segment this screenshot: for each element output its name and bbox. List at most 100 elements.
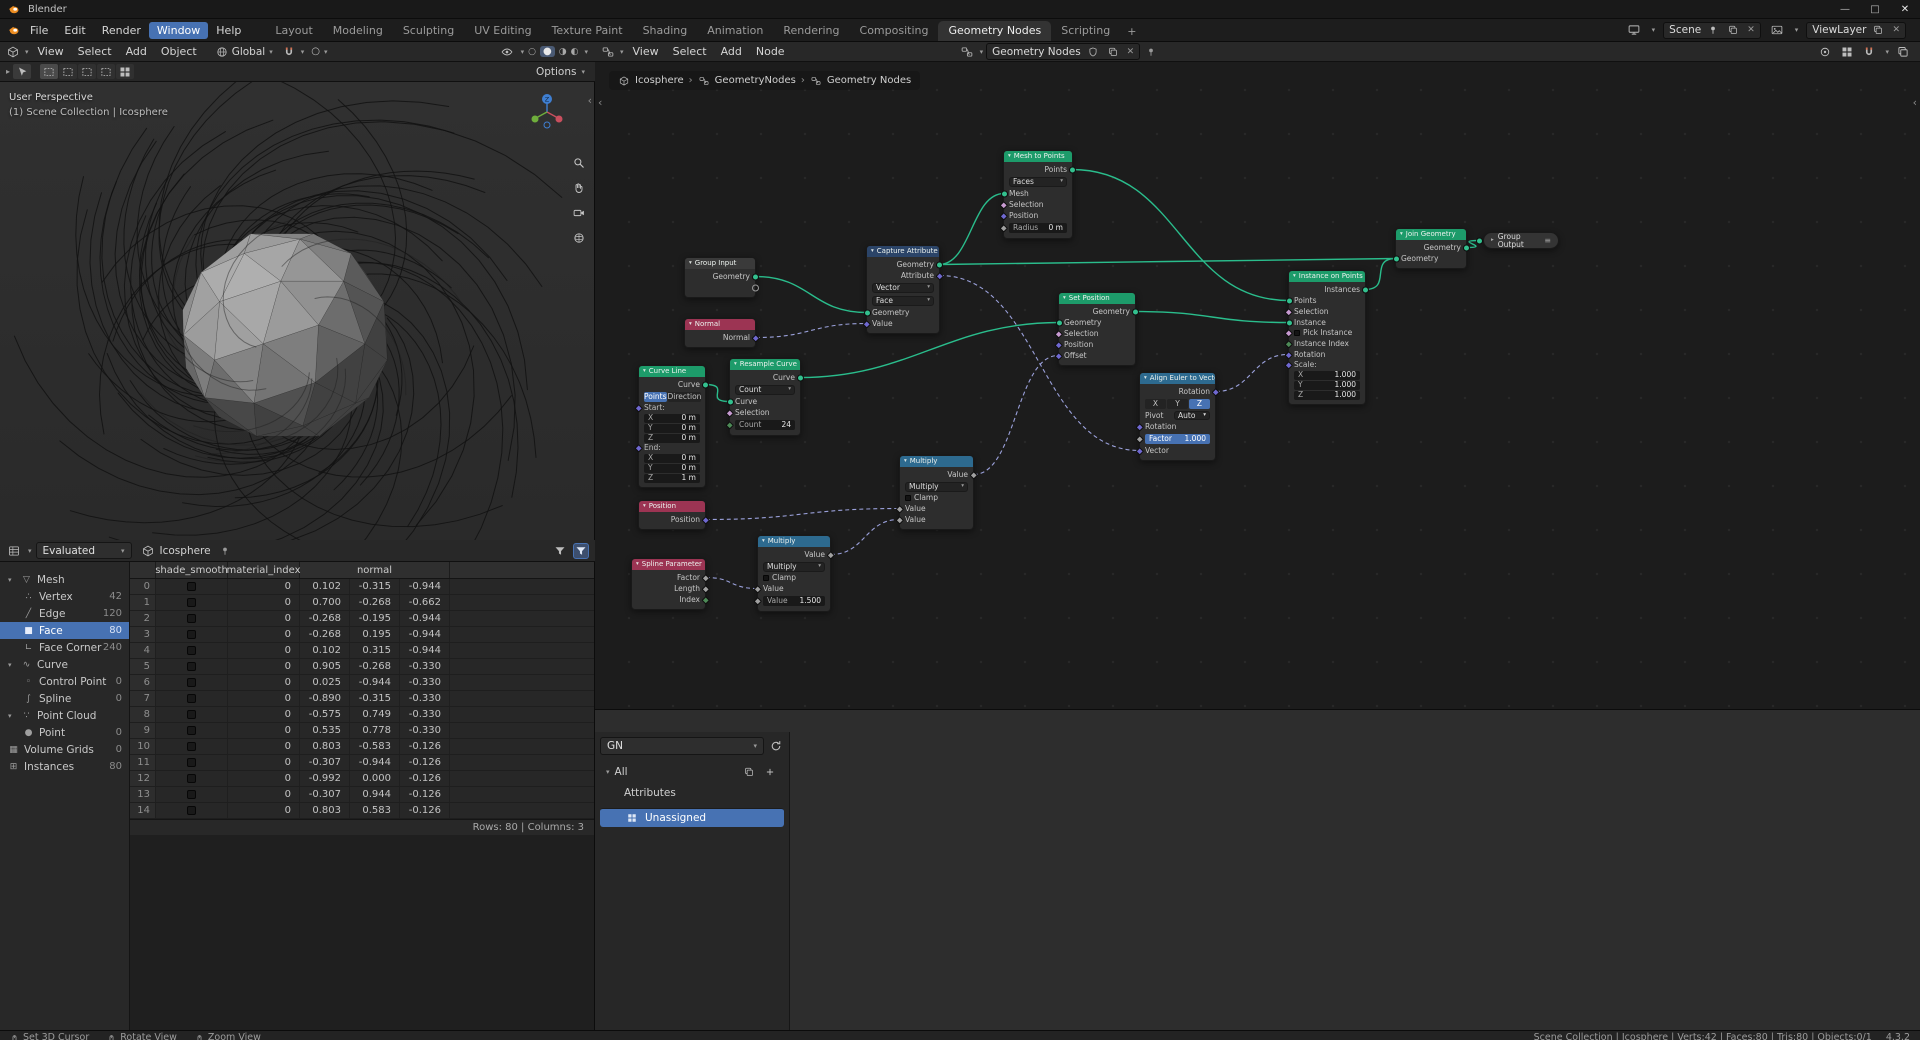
viewlayer-copy-icon[interactable] bbox=[1870, 22, 1886, 38]
socket-mesh-to-points.in.2[interactable] bbox=[999, 212, 1007, 220]
socket-instance-on-points.in.4[interactable] bbox=[1284, 340, 1292, 348]
node-header[interactable]: ▾Multiply bbox=[758, 536, 830, 547]
shade-smooth-checkbox[interactable] bbox=[187, 662, 196, 671]
viewlayer-browse-icon[interactable] bbox=[1769, 22, 1785, 38]
fake-user-shield-icon[interactable] bbox=[1085, 44, 1101, 60]
data-tree-item-point[interactable]: ●Point0 bbox=[0, 724, 129, 741]
viewport-menu-add[interactable]: Add bbox=[119, 44, 154, 59]
dropdown-vector[interactable]: Vector▾ bbox=[872, 283, 934, 293]
editor-type-nodes-icon[interactable] bbox=[600, 44, 616, 60]
options-button[interactable]: Options ▾ bbox=[536, 66, 585, 78]
shading-material-icon[interactable]: ◑ bbox=[559, 47, 567, 57]
collapse-chevron-icon[interactable]: ▾ bbox=[734, 362, 737, 368]
node-spline-parameter[interactable]: ▾Spline ParameterFactorLengthIndex bbox=[631, 558, 706, 610]
checkbox-clamp[interactable]: Clamp bbox=[763, 573, 825, 583]
node-toolbar-toggle[interactable]: ‹ bbox=[598, 96, 602, 109]
vector-field-z[interactable]: Z1.000 bbox=[1294, 391, 1360, 400]
collapse-chevron-icon[interactable]: ▾ bbox=[1400, 232, 1403, 238]
socket-resample-curve.in.0[interactable] bbox=[727, 398, 734, 405]
refresh-library-icon[interactable] bbox=[768, 738, 784, 754]
data-tree-item-edge[interactable]: ╱Edge120 bbox=[0, 605, 129, 622]
shade-smooth-checkbox[interactable] bbox=[187, 582, 196, 591]
checkbox-clamp[interactable]: Clamp bbox=[905, 493, 968, 503]
nodetree-copy-icon[interactable] bbox=[1105, 44, 1121, 60]
data-tree-item-curve[interactable]: ▾∿Curve bbox=[0, 656, 129, 673]
socket-capture-attribute.out.1[interactable] bbox=[936, 272, 944, 280]
close-button[interactable]: ✕ bbox=[1890, 0, 1920, 18]
tab-scripting[interactable]: Scripting bbox=[1051, 21, 1120, 41]
node-resample-curve[interactable]: ▾Resample CurveCurveCount▾CurveSelection… bbox=[729, 358, 801, 436]
socket-align-euler-to-vector.in.1[interactable] bbox=[1135, 435, 1143, 443]
node-header[interactable]: ▾Multiply bbox=[900, 456, 973, 467]
scene-copy-icon[interactable] bbox=[1725, 22, 1741, 38]
select-lasso-icon[interactable] bbox=[97, 64, 115, 79]
parent-tree-icon[interactable] bbox=[1817, 44, 1833, 60]
node-header[interactable]: ▾Mesh to Points bbox=[1004, 151, 1072, 162]
socket-curve-line.in.0[interactable] bbox=[634, 404, 642, 412]
shade-smooth-checkbox[interactable] bbox=[187, 790, 196, 799]
vector-field-y[interactable]: Y0 m bbox=[644, 464, 700, 473]
table-row[interactable]: 30-0.2680.195-0.944 bbox=[130, 627, 594, 643]
expand-icon[interactable]: ▾ bbox=[8, 712, 16, 720]
tab-sculpting[interactable]: Sculpting bbox=[393, 21, 464, 41]
viewport-menu-object[interactable]: Object bbox=[154, 44, 204, 59]
shade-smooth-checkbox[interactable] bbox=[187, 678, 196, 687]
zoom-icon[interactable] bbox=[570, 154, 587, 171]
socket-set-position.out.0[interactable] bbox=[1132, 308, 1139, 315]
scene-selector[interactable]: Scene ✕ bbox=[1663, 22, 1761, 39]
menu-file[interactable]: File bbox=[22, 22, 56, 39]
socket-join-geometry.out.0[interactable] bbox=[1463, 244, 1470, 251]
table-row[interactable]: 110-0.307-0.944-0.126 bbox=[130, 755, 594, 771]
socket-multiply-b.out.0[interactable] bbox=[827, 551, 835, 559]
filter-toggle-icon[interactable] bbox=[573, 543, 589, 559]
editor-type-spreadsheet-icon[interactable] bbox=[6, 543, 22, 559]
socket-set-position.in.3[interactable] bbox=[1054, 352, 1062, 360]
socket-set-position.in.2[interactable] bbox=[1054, 341, 1062, 349]
socket-instance-on-points.in.0[interactable] bbox=[1286, 297, 1293, 304]
socket-set-position.in.1[interactable] bbox=[1054, 330, 1062, 338]
table-row[interactable]: 500.905-0.268-0.330 bbox=[130, 659, 594, 675]
menu-help[interactable]: Help bbox=[208, 22, 249, 39]
socket-set-position.in.0[interactable] bbox=[1056, 319, 1063, 326]
socket-multiply-a.in.1[interactable] bbox=[895, 516, 903, 524]
collapse-chevron-icon[interactable]: ▾ bbox=[689, 322, 692, 328]
camera-view-icon[interactable] bbox=[570, 204, 587, 221]
vector-field-z[interactable]: Z1 m bbox=[644, 474, 700, 483]
node-mesh-to-points[interactable]: ▾Mesh to PointsPointsFaces▾MeshSelection… bbox=[1003, 150, 1073, 239]
data-tree-item-point-cloud[interactable]: ▾∵Point Cloud bbox=[0, 707, 129, 724]
socket-capture-attribute.out.0[interactable] bbox=[936, 261, 943, 268]
table-row[interactable]: 1000.803-0.583-0.126 bbox=[130, 739, 594, 755]
node-normal[interactable]: ▾NormalNormal bbox=[684, 318, 756, 348]
proportional-edit-icon[interactable]: ○ bbox=[311, 46, 320, 57]
field-factor[interactable]: Factor1.000 bbox=[1145, 434, 1210, 444]
tab-uv-editing[interactable]: UV Editing bbox=[464, 21, 541, 41]
socket-mesh-to-points.in.1[interactable] bbox=[999, 201, 1007, 209]
node-menu-view[interactable]: View bbox=[626, 44, 666, 59]
table-row[interactable]: 20-0.268-0.195-0.944 bbox=[130, 611, 594, 627]
move-view-hand-icon[interactable] bbox=[570, 179, 587, 196]
node-group-input[interactable]: ▾Group InputGeometry bbox=[684, 257, 756, 298]
select-box-icon[interactable] bbox=[59, 64, 77, 79]
socket-align-euler-to-vector.in.0[interactable] bbox=[1135, 423, 1143, 431]
table-row[interactable]: 100.700-0.268-0.662 bbox=[130, 595, 594, 611]
column-material-index[interactable]: material_index bbox=[228, 562, 300, 578]
node-snap-magnet-icon[interactable] bbox=[1861, 44, 1877, 60]
checkbox-pick-instance[interactable]: Pick Instance bbox=[1294, 328, 1360, 338]
viewlayer-remove-icon[interactable]: ✕ bbox=[1892, 25, 1900, 35]
catalog-all[interactable]: ▾All bbox=[600, 762, 784, 781]
node-multiply-a[interactable]: ▾MultiplyValueMultiply▾ClampValueValue bbox=[899, 455, 974, 530]
node-menu-icon[interactable]: ≡ bbox=[1544, 237, 1551, 245]
tab-layout[interactable]: Layout bbox=[265, 21, 322, 41]
menu-edit[interactable]: Edit bbox=[56, 22, 93, 39]
navigation-gizmo[interactable]: Z bbox=[527, 92, 567, 132]
overlap-icon[interactable] bbox=[1895, 44, 1911, 60]
nodetree-browse-icon[interactable] bbox=[959, 44, 975, 60]
table-row[interactable]: 80-0.5750.749-0.330 bbox=[130, 707, 594, 723]
node-curve-line[interactable]: ▾Curve LineCurvePointsDirectionStart:X0 … bbox=[638, 365, 706, 488]
socket-multiply-a.in.0[interactable] bbox=[895, 505, 903, 513]
tab-compositing[interactable]: Compositing bbox=[850, 21, 939, 41]
shade-smooth-checkbox[interactable] bbox=[187, 614, 196, 623]
column-shade-smooth[interactable]: shade_smooth bbox=[156, 562, 228, 578]
data-tree-item-face-corner[interactable]: ∟Face Corner240 bbox=[0, 639, 129, 656]
socket-curve-line.in.1[interactable] bbox=[634, 444, 642, 452]
